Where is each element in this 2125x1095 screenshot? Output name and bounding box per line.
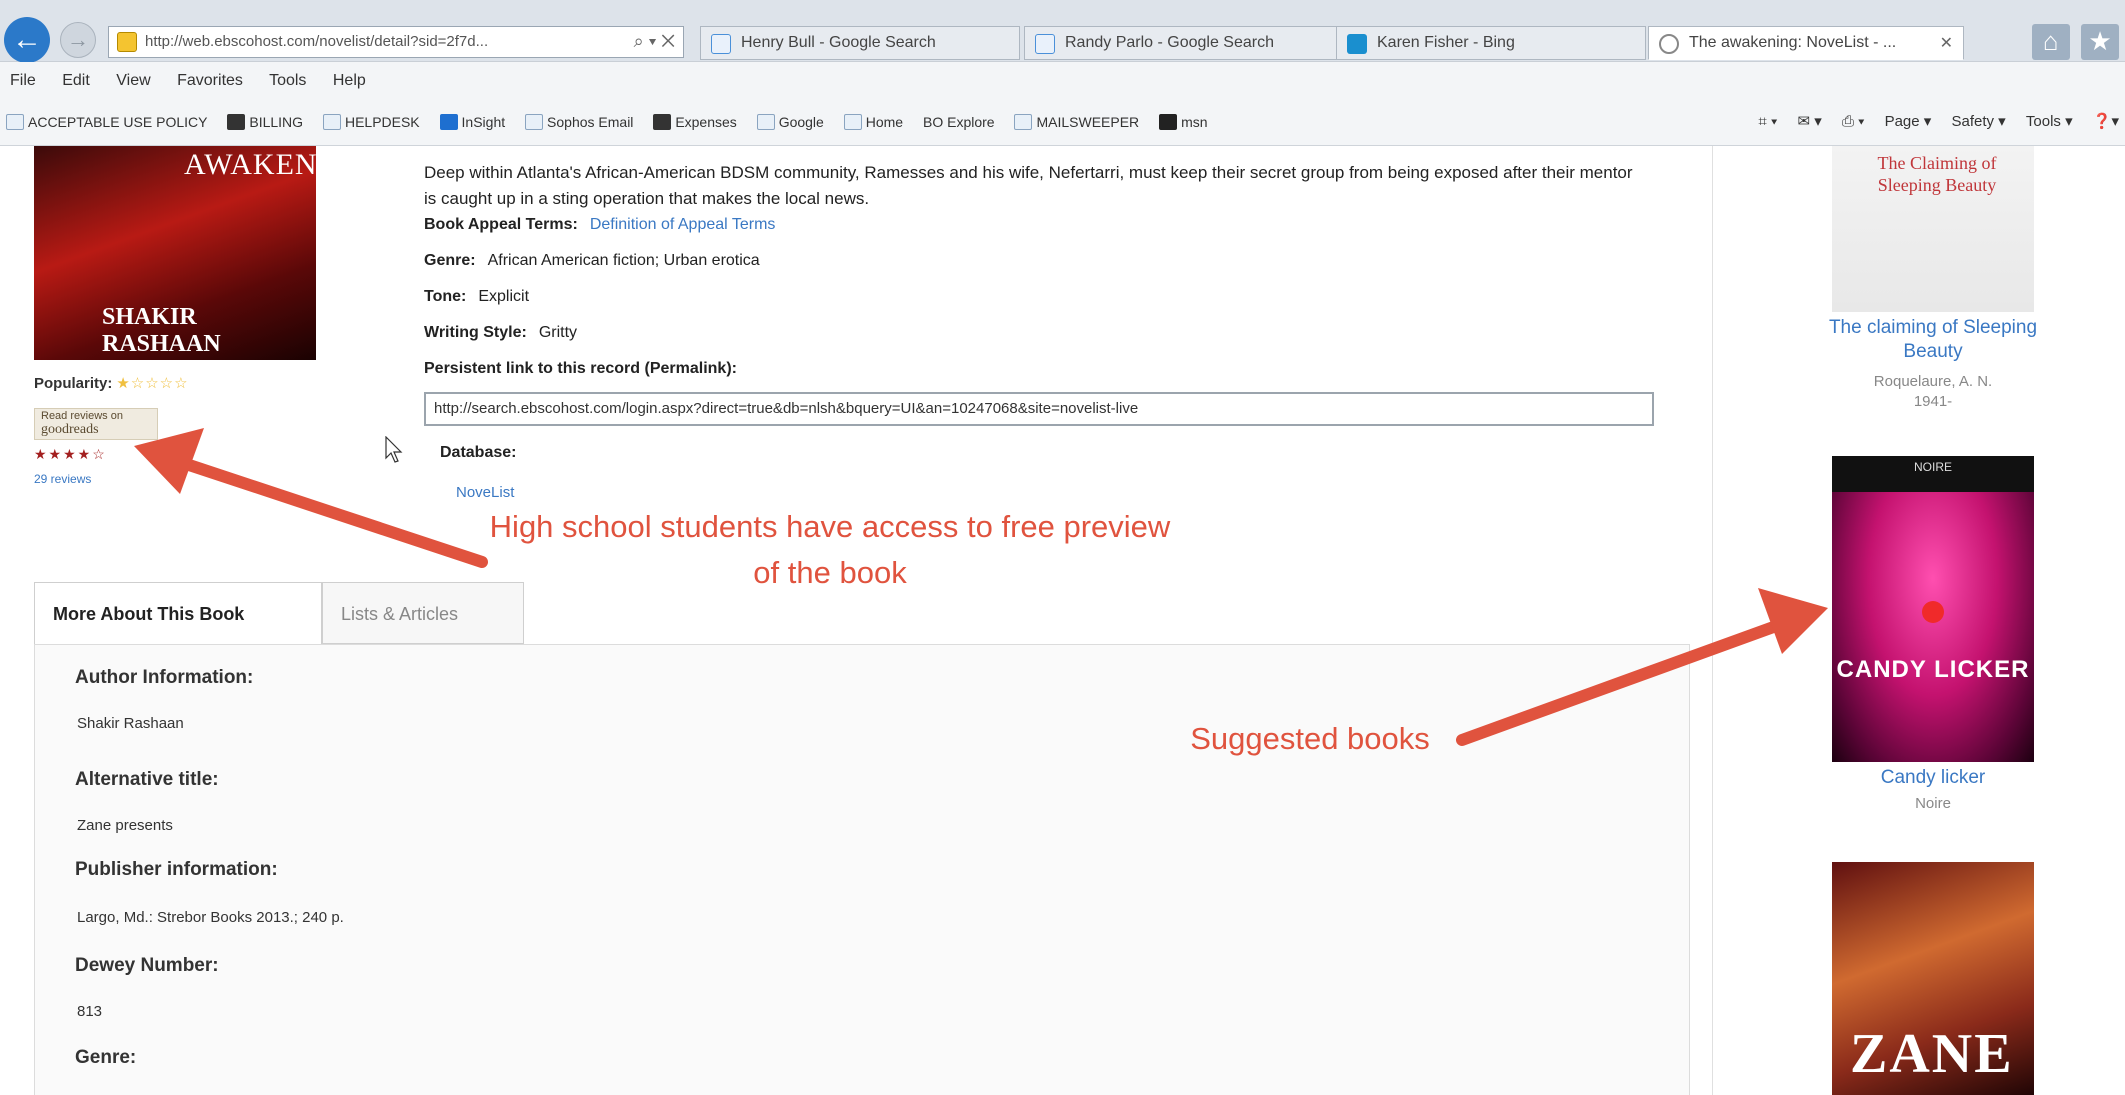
browser-titlebar: ← → http://web.ebscohost.com/novelist/de… <box>0 0 2125 63</box>
fav-label: HELPDESK <box>344 114 420 130</box>
page-icon <box>525 114 544 130</box>
page-icon <box>843 114 862 130</box>
menu-tools[interactable]: Tools <box>269 72 306 89</box>
fav-label: msn <box>1181 114 1208 130</box>
favorites-star-icon[interactable]: ★ <box>2081 24 2119 60</box>
fav-insight[interactable]: InSight <box>439 114 506 130</box>
menu-edit[interactable]: Edit <box>62 72 90 89</box>
fav-home[interactable]: Home <box>843 114 904 130</box>
fav-label: BILLING <box>249 114 304 130</box>
tab-randy-parlo[interactable]: Randy Parlo - Google Search <box>1024 26 1340 60</box>
arrow-to-goodreads <box>134 428 488 568</box>
address-text: http://web.ebscohost.com/novelist/detail… <box>145 33 489 50</box>
grid-icon <box>227 114 246 130</box>
feeds-icon[interactable]: ⌗ ▾ <box>1758 113 1777 130</box>
page-icon <box>1014 114 1033 130</box>
page-icon <box>6 114 24 130</box>
fav-label: Sophos Email <box>547 114 634 130</box>
tab-karen-fisher[interactable]: Karen Fisher - Bing <box>1336 26 1646 60</box>
window-controls: ⌂ ★ <box>2028 24 2119 60</box>
tab-label: Henry Bull - Google Search <box>741 34 936 51</box>
fav-acceptable-use-policy[interactable]: ACCEPTABLE USE POLICY <box>6 114 207 130</box>
fav-msn[interactable]: msn <box>1159 114 1208 130</box>
fav-google[interactable]: Google <box>756 114 824 130</box>
forward-button[interactable]: → <box>60 22 96 58</box>
insight-icon <box>439 114 458 130</box>
address-bar[interactable]: http://web.ebscohost.com/novelist/detail… <box>108 26 684 58</box>
search-icon <box>1035 34 1055 54</box>
fav-sophos-email[interactable]: Sophos Email <box>525 114 633 130</box>
tab-the-awakening[interactable]: The awakening: NoveList - ... ✕ <box>1648 26 1964 60</box>
fav-helpdesk[interactable]: HELPDESK <box>322 114 420 130</box>
page-content: AWAKENING SHAKIR RASHAAN Popularity:★☆☆☆… <box>0 146 2125 1095</box>
address-tools-icon[interactable]: ⌕ ▾ ✕ <box>634 31 675 52</box>
tools-menu[interactable]: Tools ▾ <box>2026 113 2073 130</box>
annotation-arrows <box>134 428 1828 746</box>
fav-billing[interactable]: BILLING <box>227 114 303 130</box>
fav-label: Expenses <box>675 114 737 130</box>
fav-label: Home <box>865 114 904 130</box>
fav-label: BO Explore <box>922 114 995 130</box>
loading-icon <box>1659 34 1679 54</box>
fav-mailsweeper[interactable]: MAILSWEEPER <box>1014 114 1139 130</box>
fav-bo-explore[interactable]: BO Explore <box>923 114 995 130</box>
expenses-icon <box>653 114 672 130</box>
mail-icon[interactable]: ✉ ▾ <box>1798 113 1822 130</box>
command-bar: ⌗ ▾ ✉ ▾ ⎙ ▾ Page ▾ Safety ▾ Tools ▾ ❓▾ <box>1742 112 2119 130</box>
menu-file[interactable]: File <box>10 72 36 89</box>
fav-expenses[interactable]: Expenses <box>653 114 737 130</box>
safety-menu[interactable]: Safety ▾ <box>1951 113 2005 130</box>
search-icon <box>711 34 731 54</box>
fav-label: ACCEPTABLE USE POLICY <box>28 114 208 130</box>
menu-view[interactable]: View <box>116 72 150 89</box>
tab-label: Randy Parlo - Google Search <box>1065 34 1274 51</box>
page-icon <box>322 114 341 130</box>
page-icon <box>756 114 775 130</box>
fav-label: MAILSWEEPER <box>1036 114 1140 130</box>
msn-icon <box>1159 114 1178 130</box>
fav-label: InSight <box>461 114 506 130</box>
page-menu[interactable]: Page ▾ <box>1885 113 1932 130</box>
arrow-to-suggestions <box>1456 588 1828 746</box>
close-tab-icon[interactable]: ✕ <box>1940 33 1953 53</box>
help-menu[interactable]: ❓▾ <box>2093 113 2119 130</box>
home-icon[interactable]: ⌂ <box>2031 24 2070 60</box>
tab-label: Karen Fisher - Bing <box>1377 34 1515 51</box>
site-icon <box>117 32 137 52</box>
menu-favorites[interactable]: Favorites <box>177 72 243 89</box>
fav-label: Google <box>778 114 824 130</box>
bing-icon <box>1347 34 1367 54</box>
tab-label: The awakening: NoveList - ... <box>1689 34 1897 51</box>
print-icon[interactable]: ⎙ ▾ <box>1842 113 1864 130</box>
menu-help[interactable]: Help <box>333 72 366 89</box>
menu-bar: File Edit View Favorites Tools Help <box>0 62 2125 102</box>
tab-henry-bull[interactable]: Henry Bull - Google Search <box>700 26 1020 60</box>
back-button[interactable]: ← <box>4 17 50 63</box>
